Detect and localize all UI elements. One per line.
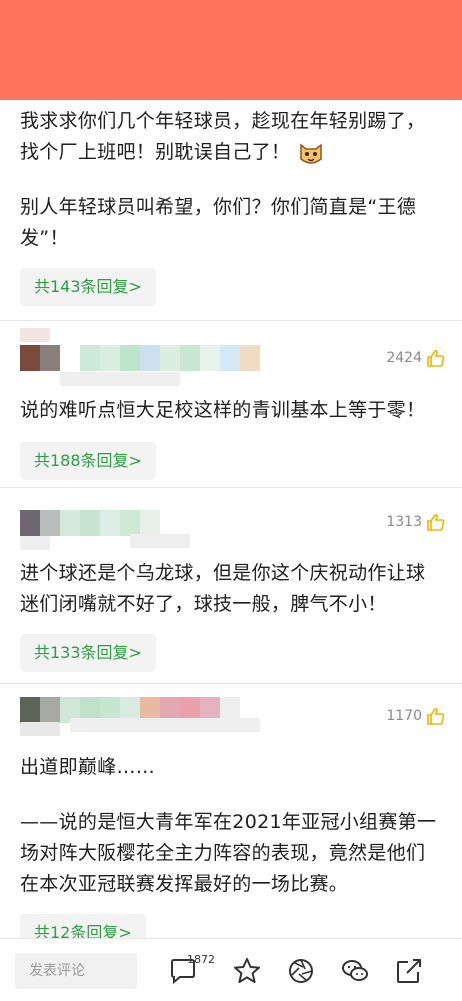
reply-count-button[interactable]: 共143条回复>	[20, 268, 156, 306]
bottom-action-bar: 发表评论 1872	[0, 938, 462, 1001]
blurred-avatar	[20, 328, 50, 342]
comment-4: 出道即巅峰…… ——说的是恒大青年军在2021年亚冠小组赛第一场对阵大阪樱花全主…	[0, 752, 462, 952]
comment-text: 我求求你们几个年轻球员，趁现在年轻别踢了，找个厂上班吧！别耽误自己了！	[20, 106, 442, 168]
comment-text: ——说的是恒大青年军在2021年亚冠小组赛第一场对阵大阪樱花全主力阵容的表现，竟…	[20, 811, 437, 895]
like-count: 2424	[386, 350, 422, 366]
comment-text: 出道即巅峰……	[20, 756, 156, 778]
blurred-avatar	[20, 722, 60, 736]
comment-3: 进个球还是个乌龙球，但是你这个庆祝动作让球迷们闭嘴就不好了，球技一般，脾气不小！…	[0, 558, 462, 672]
comment-input[interactable]: 发表评论	[15, 953, 137, 989]
like-count: 1170	[386, 708, 422, 724]
thumbs-up-icon	[427, 513, 445, 531]
comment-text: 进个球还是个乌龙球，但是你这个庆祝动作让球迷们闭嘴就不好了，球技一般，脾气不小！	[20, 562, 426, 615]
divider	[0, 320, 462, 321]
comment-count-badge: 1872	[187, 953, 215, 966]
blurred-username	[20, 345, 260, 371]
star-icon[interactable]	[232, 956, 262, 986]
comment-text: 说的难听点恒大足校这样的青训基本上等于零！	[20, 399, 426, 421]
status-bar	[0, 0, 462, 100]
like-button[interactable]: 1170	[386, 706, 446, 726]
divider	[0, 683, 462, 684]
like-button[interactable]: 2424	[386, 348, 446, 368]
blurred-username	[20, 510, 160, 536]
share-icon[interactable]	[394, 956, 424, 986]
blurred-timestamp	[60, 372, 180, 386]
thumbs-up-icon	[427, 349, 445, 367]
blurred-avatar	[20, 536, 50, 550]
blurred-timestamp	[70, 718, 260, 732]
comment-text: 别人年轻球员叫希望，你们？你们简直是“王德发”！	[20, 196, 417, 249]
divider	[0, 487, 462, 488]
thumbs-up-icon	[427, 707, 445, 725]
cat-emoji-icon	[297, 139, 325, 167]
like-button[interactable]: 1313	[386, 512, 446, 532]
aperture-icon[interactable]	[286, 956, 316, 986]
wechat-icon[interactable]	[340, 956, 370, 986]
blurred-timestamp	[130, 534, 190, 548]
reply-count-button[interactable]: 共188条回复>	[20, 442, 156, 480]
comment-2: 说的难听点恒大足校这样的青训基本上等于零！ 共188条回复>	[0, 395, 462, 480]
comment-1: 我求求你们几个年轻球员，趁现在年轻别踢了，找个厂上班吧！别耽误自己了！ 别人年轻…	[0, 106, 462, 306]
reply-count-button[interactable]: 共133条回复>	[20, 634, 156, 672]
like-count: 1313	[386, 514, 422, 530]
